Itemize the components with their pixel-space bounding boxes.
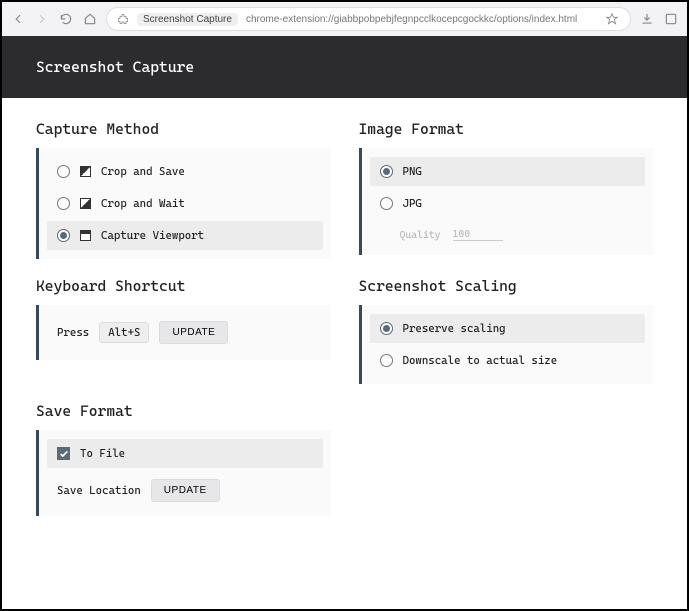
keyboard-shortcut-section: Keyboard Shortcut Press Alt+S UPDATE bbox=[36, 277, 331, 384]
image-format-section: Image Format PNG JPG Quality bbox=[359, 120, 654, 259]
keyboard-shortcut-title: Keyboard Shortcut bbox=[36, 277, 331, 295]
update-location-button[interactable]: UPDATE bbox=[151, 479, 220, 502]
checkbox-icon bbox=[57, 447, 70, 460]
scaling-title: Screenshot Scaling bbox=[359, 277, 654, 295]
save-location-label: Save Location bbox=[57, 484, 141, 497]
reload-icon[interactable] bbox=[58, 11, 74, 27]
quality-input[interactable] bbox=[453, 229, 503, 241]
crop-wait-icon bbox=[80, 198, 91, 209]
scaling-label: Preserve scaling bbox=[403, 322, 506, 335]
shortcut-key: Alt+S bbox=[99, 322, 149, 343]
scaling-option-downscale[interactable]: Downscale to actual size bbox=[370, 346, 646, 375]
save-format-section: Save Format To File Save Location UPDATE bbox=[36, 402, 331, 516]
extension-icon bbox=[117, 13, 129, 25]
capture-method-title: Capture Method bbox=[36, 120, 331, 138]
keyboard-shortcut-panel: Press Alt+S UPDATE bbox=[36, 305, 331, 360]
format-label: PNG bbox=[403, 165, 422, 178]
omnibox-url: chrome-extension://giabbpobpebjfegnpcclk… bbox=[246, 14, 577, 25]
capture-option-label: Capture Viewport bbox=[101, 229, 204, 242]
page-title: Screenshot Capture bbox=[36, 58, 194, 76]
capture-method-panel: Crop and Save Crop and Wait Capture View… bbox=[36, 148, 331, 259]
puzzle-icon[interactable] bbox=[663, 11, 679, 27]
capture-option-crop-wait[interactable]: Crop and Wait bbox=[47, 189, 323, 218]
format-label: JPG bbox=[403, 197, 422, 210]
capture-option-label: Crop and Wait bbox=[101, 197, 185, 210]
scaling-option-preserve[interactable]: Preserve scaling bbox=[370, 314, 646, 343]
star-icon[interactable] bbox=[604, 11, 620, 27]
quality-row: Quality bbox=[370, 221, 646, 249]
capture-option-crop-save[interactable]: Crop and Save bbox=[47, 157, 323, 186]
save-format-panel: To File Save Location UPDATE bbox=[36, 430, 331, 516]
capture-option-label: Crop and Save bbox=[101, 165, 185, 178]
capture-option-viewport[interactable]: Capture Viewport bbox=[47, 221, 323, 250]
omnibox-chip: Screenshot Capture bbox=[137, 13, 238, 26]
format-option-png[interactable]: PNG bbox=[370, 157, 646, 186]
quality-label: Quality bbox=[400, 230, 441, 241]
radio-icon bbox=[57, 165, 70, 178]
image-format-panel: PNG JPG Quality bbox=[359, 148, 654, 255]
press-label: Press bbox=[57, 326, 89, 339]
address-bar[interactable]: Screenshot Capture chrome-extension://gi… bbox=[106, 7, 631, 31]
forward-icon[interactable] bbox=[34, 11, 50, 27]
scaling-panel: Preserve scaling Downscale to actual siz… bbox=[359, 305, 654, 384]
save-to-file-row[interactable]: To File bbox=[47, 439, 323, 468]
radio-icon bbox=[57, 229, 70, 242]
to-file-label: To File bbox=[80, 447, 125, 460]
radio-icon bbox=[380, 165, 393, 178]
radio-icon bbox=[57, 197, 70, 210]
crop-save-icon bbox=[80, 166, 91, 177]
download-icon[interactable] bbox=[639, 11, 655, 27]
options-grid: Capture Method Crop and Save Crop and Wa… bbox=[2, 98, 687, 526]
scaling-label: Downscale to actual size bbox=[403, 354, 558, 367]
back-icon[interactable] bbox=[10, 11, 26, 27]
image-format-title: Image Format bbox=[359, 120, 654, 138]
radio-icon bbox=[380, 197, 393, 210]
radio-icon bbox=[380, 354, 393, 367]
browser-toolbar: Screenshot Capture chrome-extension://gi… bbox=[2, 2, 687, 36]
scaling-section: Screenshot Scaling Preserve scaling Down… bbox=[359, 277, 654, 384]
home-icon[interactable] bbox=[82, 11, 98, 27]
format-option-jpg[interactable]: JPG bbox=[370, 189, 646, 218]
radio-icon bbox=[380, 322, 393, 335]
update-shortcut-button[interactable]: UPDATE bbox=[159, 321, 228, 344]
save-format-title: Save Format bbox=[36, 402, 331, 420]
viewport-icon bbox=[80, 230, 91, 241]
app-header: Screenshot Capture bbox=[2, 36, 687, 98]
spacer bbox=[359, 402, 654, 516]
capture-method-section: Capture Method Crop and Save Crop and Wa… bbox=[36, 120, 331, 259]
